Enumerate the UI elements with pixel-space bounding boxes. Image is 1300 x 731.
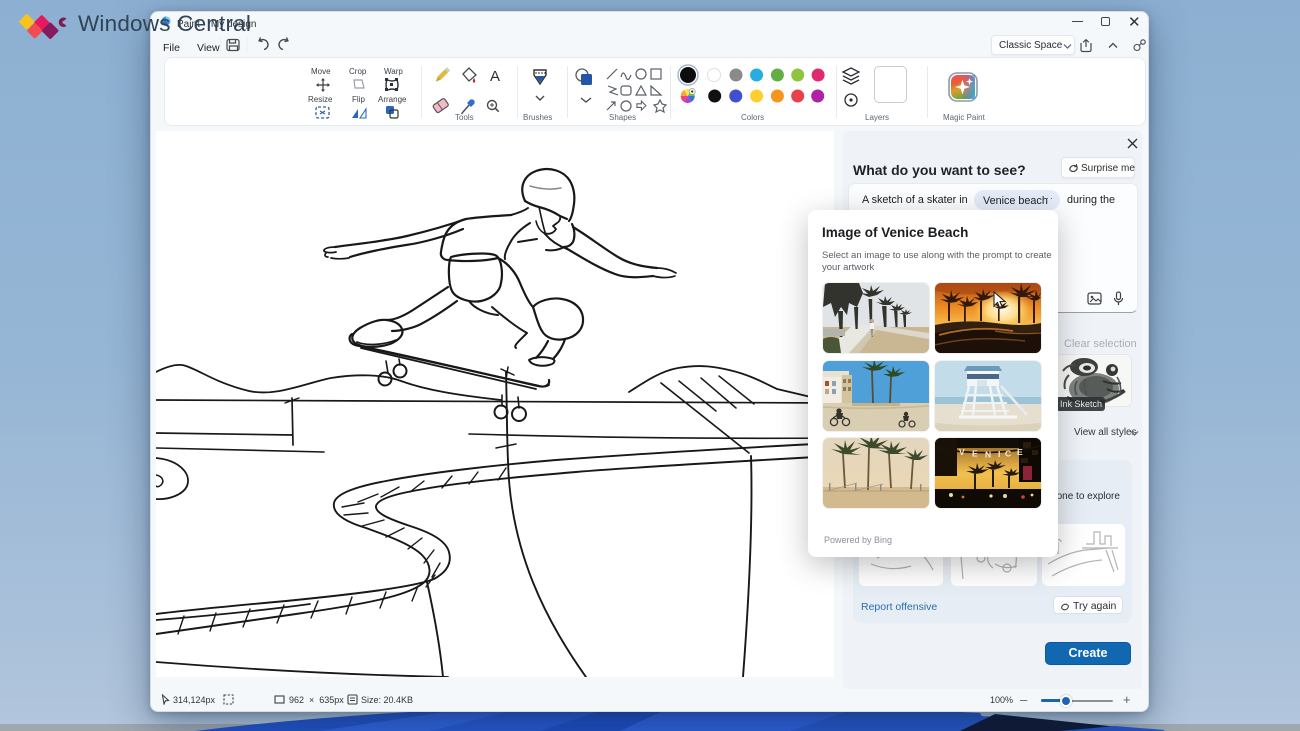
svg-text:E: E [1017, 447, 1023, 457]
svg-text:V: V [959, 447, 965, 457]
svg-text:C: C [1005, 449, 1011, 459]
svg-text:E: E [972, 449, 978, 459]
svg-text:A: A [490, 68, 500, 85]
svg-text:I: I [998, 449, 1000, 459]
svg-text:N: N [985, 450, 991, 460]
